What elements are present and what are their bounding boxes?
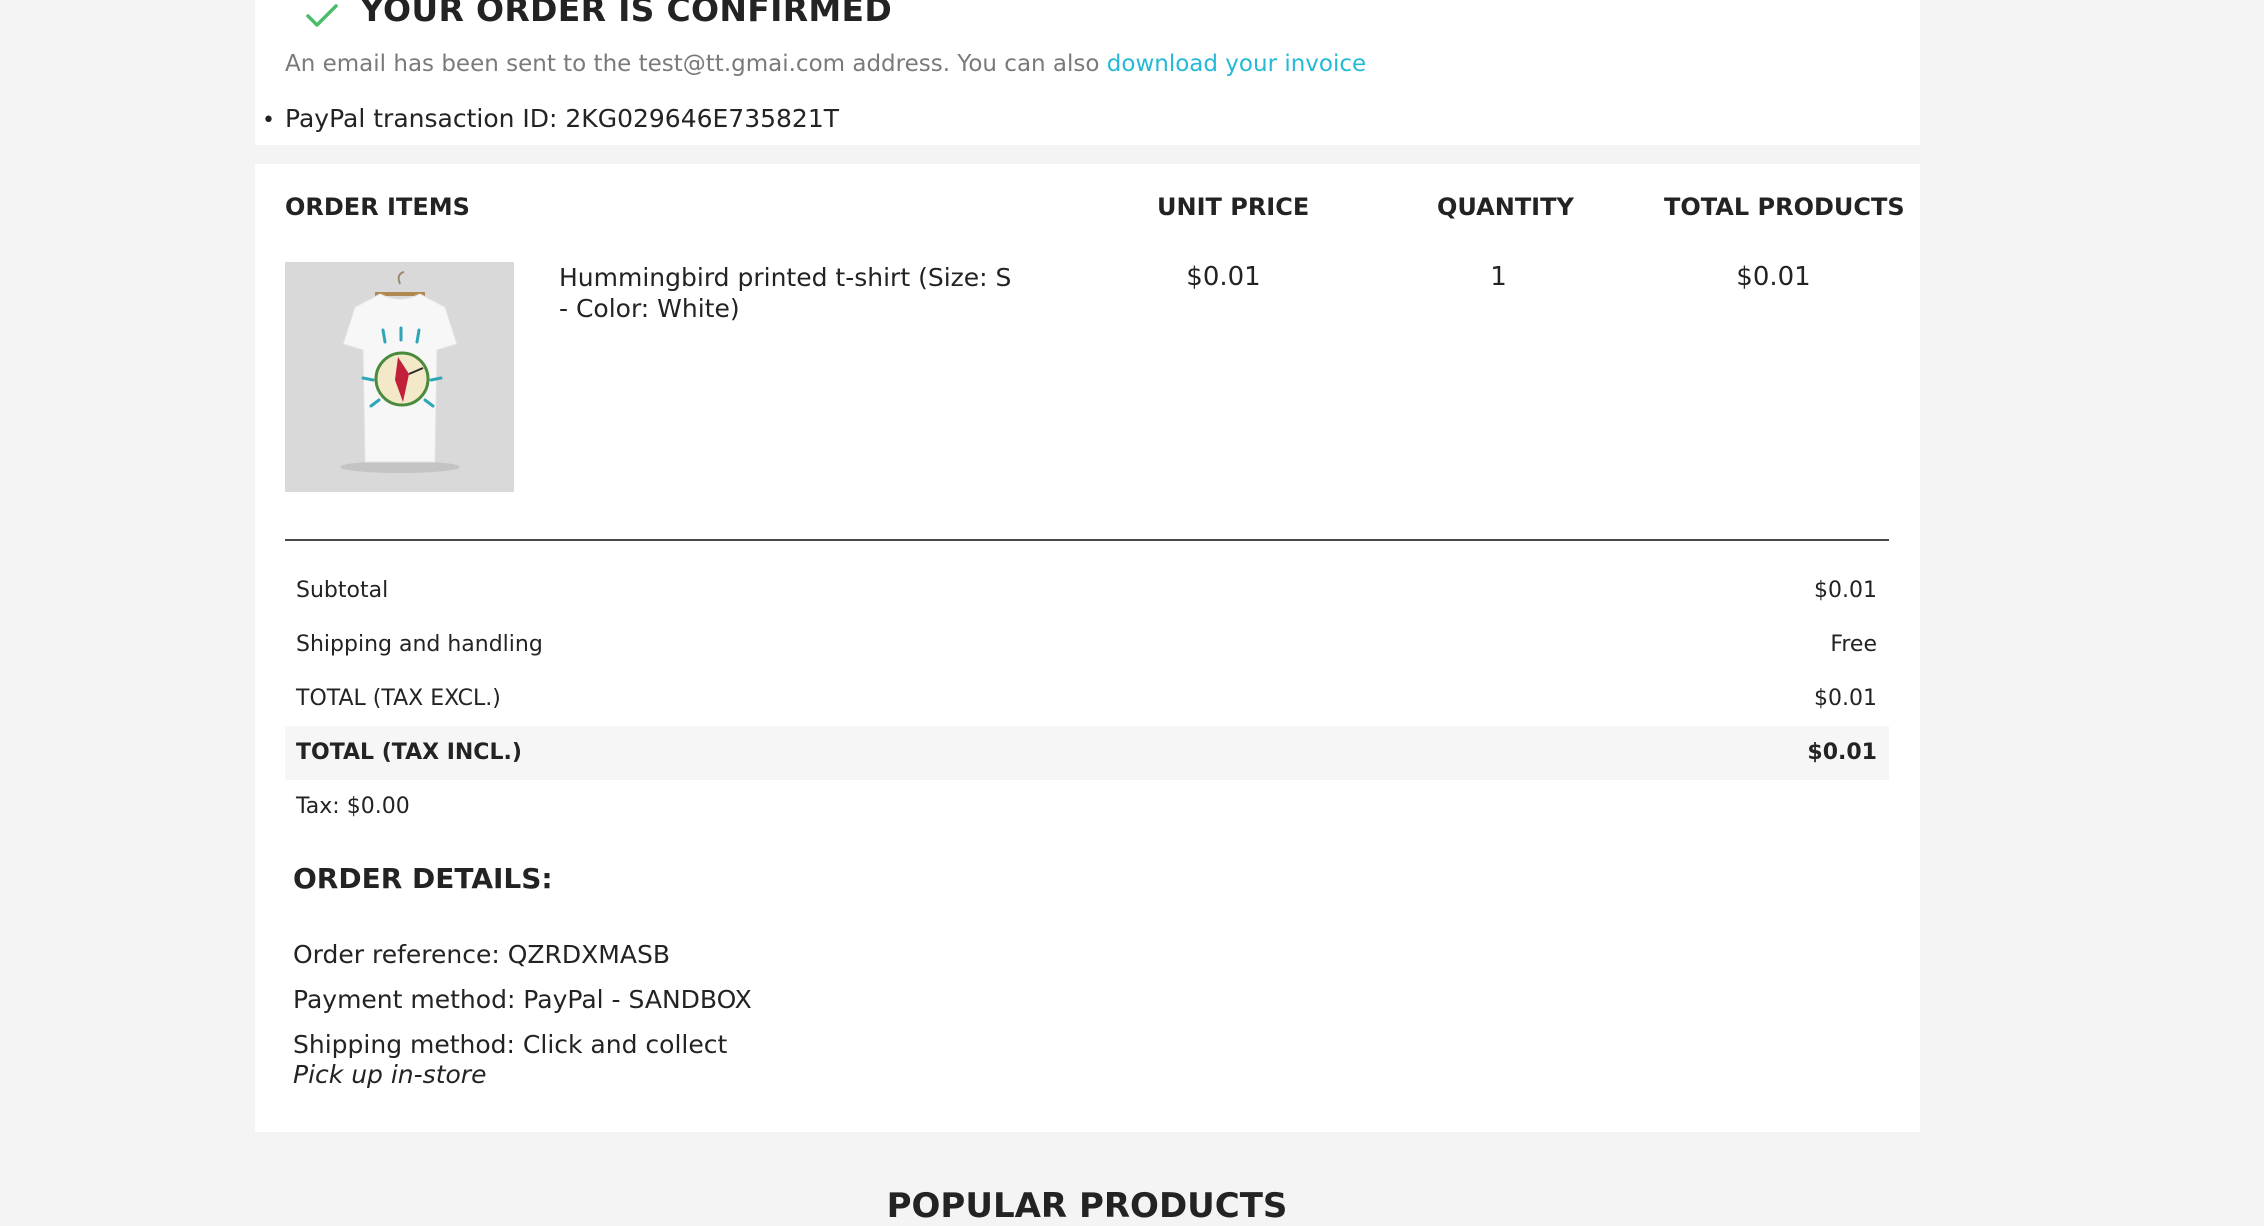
shipping-value: Free bbox=[1830, 632, 1877, 657]
product-quantity: 1 bbox=[1490, 262, 1507, 292]
tax-label: Tax: $0.00 bbox=[296, 794, 410, 819]
order-reference: Order reference: QZRDXMASB bbox=[293, 940, 670, 969]
download-invoice-link[interactable]: download your invoice bbox=[1107, 51, 1366, 77]
tax-row: Tax: $0.00 bbox=[285, 780, 1889, 834]
transaction-id: • PayPal transaction ID: 2KG029646E735821… bbox=[262, 102, 839, 138]
product-image[interactable] bbox=[285, 262, 514, 492]
total-tax-excl-label: TOTAL (TAX EXCL.) bbox=[296, 686, 501, 711]
product-name: Hummingbird printed t-shirt (Size: S - C… bbox=[559, 263, 1012, 323]
bullet-icon: • bbox=[262, 108, 275, 133]
shipping-note: Pick up in-store bbox=[293, 1060, 487, 1089]
order-details-title: ORDER DETAILS: bbox=[293, 862, 553, 895]
tshirt-icon bbox=[285, 262, 514, 492]
payment-method: Payment method: PayPal - SANDBOX bbox=[293, 985, 752, 1014]
header-unit-price: UNIT PRICE bbox=[1157, 193, 1310, 221]
total-tax-incl-value: $0.01 bbox=[1807, 740, 1877, 765]
total-tax-incl-label: TOTAL (TAX INCL.) bbox=[296, 740, 522, 765]
total-tax-incl-row: TOTAL (TAX INCL.) $0.01 bbox=[285, 726, 1889, 780]
product-total: $0.01 bbox=[1736, 262, 1811, 292]
header-order-items: ORDER ITEMS bbox=[285, 193, 470, 221]
transaction-id-text: PayPal transaction ID: 2KG029646E735821T bbox=[285, 104, 840, 133]
shipping-row: Shipping and handling Free bbox=[285, 618, 1889, 672]
header-total-products: TOTAL PRODUCTS bbox=[1664, 193, 1905, 221]
subtotal-row: Subtotal $0.01 bbox=[285, 564, 1889, 618]
shipping-label: Shipping and handling bbox=[296, 632, 543, 657]
shipping-method: Shipping method: Click and collect bbox=[293, 1030, 728, 1059]
subtotal-value: $0.01 bbox=[1814, 578, 1877, 603]
total-tax-excl-value: $0.01 bbox=[1814, 686, 1877, 711]
total-tax-excl-row: TOTAL (TAX EXCL.) $0.01 bbox=[285, 672, 1889, 726]
product-unit-price: $0.01 bbox=[1186, 262, 1261, 292]
popular-products-title: POPULAR PRODUCTS bbox=[886, 1186, 1288, 1226]
check-icon bbox=[306, 4, 338, 27]
header-quantity: QUANTITY bbox=[1437, 193, 1574, 221]
confirmation-title: YOUR ORDER IS CONFIRMED bbox=[360, 0, 893, 29]
email-notice-text: An email has been sent to the test@tt.gm… bbox=[285, 51, 1107, 77]
items-divider bbox=[285, 539, 1889, 541]
email-notice: An email has been sent to the test@tt.gm… bbox=[285, 48, 1366, 80]
subtotal-label: Subtotal bbox=[296, 578, 389, 603]
